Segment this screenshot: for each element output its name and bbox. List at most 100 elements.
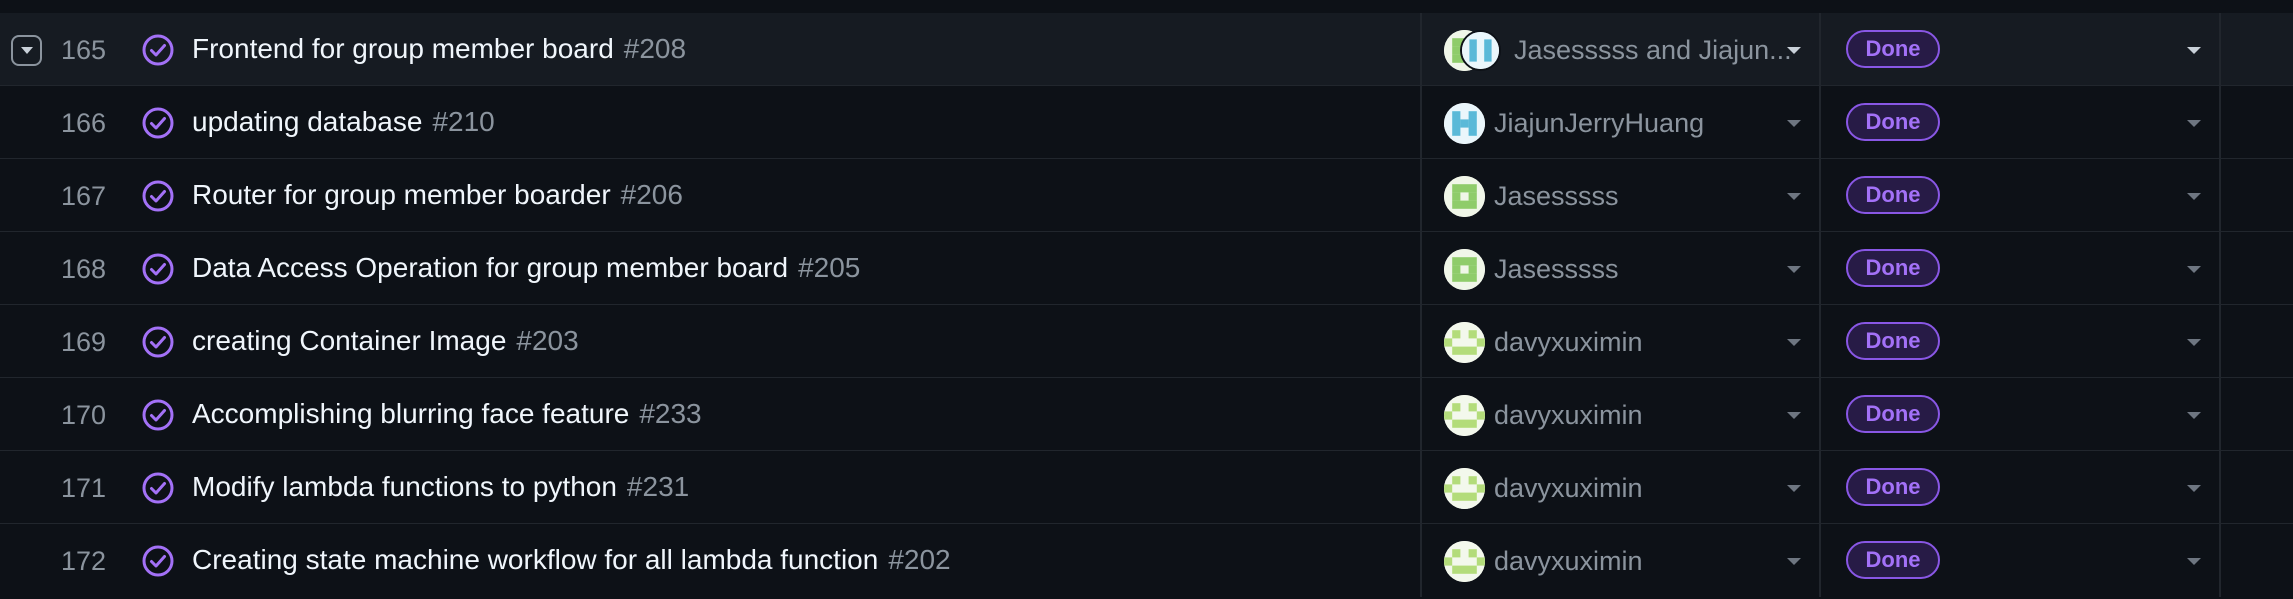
column-divider xyxy=(1819,159,1821,231)
row-number: 167 xyxy=(60,181,106,211)
chevron-down-icon[interactable] xyxy=(2187,266,2201,273)
status-badge[interactable]: Done xyxy=(1846,30,1940,68)
status-badge[interactable]: Done xyxy=(1846,176,1940,214)
column-divider xyxy=(1420,305,1422,377)
expand-toggle-icon[interactable] xyxy=(11,35,42,66)
status-badge[interactable]: Done xyxy=(1846,395,1940,433)
issue-number[interactable]: #203 xyxy=(516,325,578,356)
issue-title-link[interactable]: Accomplishing blurring face feature #233 xyxy=(192,398,702,430)
column-divider xyxy=(1819,378,1821,450)
status-badge[interactable]: Done xyxy=(1846,322,1940,360)
project-table: 165 Frontend for group member board #208 … xyxy=(0,0,2293,599)
chevron-down-icon[interactable] xyxy=(1787,266,1801,273)
table-row[interactable]: 170 Accomplishing blurring face feature #… xyxy=(0,378,2293,451)
avatar xyxy=(1444,395,1485,436)
table-top-edge xyxy=(0,0,2293,14)
chevron-down-icon[interactable] xyxy=(1787,193,1801,200)
issue-title-link[interactable]: Modify lambda functions to python #231 xyxy=(192,471,689,503)
column-divider xyxy=(2219,305,2221,377)
column-divider xyxy=(2219,378,2221,450)
column-divider xyxy=(2219,451,2221,523)
assignee-name: JiajunJerryHuang xyxy=(1494,108,1705,138)
avatar xyxy=(1444,468,1485,509)
table-row[interactable]: 168 Data Access Operation for group memb… xyxy=(0,232,2293,305)
issue-title[interactable]: Router for group member boarder xyxy=(192,179,611,210)
issue-title-link[interactable]: Creating state machine workflow for all … xyxy=(192,544,951,576)
issue-title-link[interactable]: creating Container Image #203 xyxy=(192,325,579,357)
issue-title[interactable]: Creating state machine workflow for all … xyxy=(192,544,878,575)
chevron-down-icon[interactable] xyxy=(2187,339,2201,346)
chevron-down-icon[interactable] xyxy=(2187,193,2201,200)
issue-number[interactable]: #231 xyxy=(627,471,689,502)
chevron-down-icon[interactable] xyxy=(2187,558,2201,565)
column-divider xyxy=(2219,86,2221,158)
issue-title-link[interactable]: Data Access Operation for group member b… xyxy=(192,252,860,284)
chevron-down-icon[interactable] xyxy=(2187,47,2201,54)
avatar xyxy=(1444,322,1485,363)
table-row[interactable]: 167 Router for group member boarder #206 … xyxy=(0,159,2293,232)
chevron-down-icon[interactable] xyxy=(1787,412,1801,419)
chevron-down-icon[interactable] xyxy=(1787,485,1801,492)
table-row[interactable]: 172 Creating state machine workflow for … xyxy=(0,524,2293,597)
issue-closed-icon xyxy=(142,180,174,212)
status-badge[interactable]: Done xyxy=(1846,468,1940,506)
avatar xyxy=(1444,541,1485,582)
column-divider xyxy=(2219,524,2221,597)
chevron-down-icon[interactable] xyxy=(2187,412,2201,419)
issue-number[interactable]: #210 xyxy=(432,106,494,137)
issue-closed-icon xyxy=(142,399,174,431)
issue-title-link[interactable]: updating database #210 xyxy=(192,106,495,138)
table-row[interactable]: 166 updating database #210 JiajunJerryHua… xyxy=(0,86,2293,159)
issue-title[interactable]: updating database xyxy=(192,106,422,137)
assignee-name: Jasesssss and Jiajun... xyxy=(1514,35,1792,65)
issue-number[interactable]: #202 xyxy=(888,544,950,575)
avatar xyxy=(1460,30,1501,71)
issue-number[interactable]: #205 xyxy=(798,252,860,283)
chevron-down-icon[interactable] xyxy=(1787,120,1801,127)
assignee-name: davyxuximin xyxy=(1494,473,1643,503)
column-divider xyxy=(1420,13,1422,85)
row-number: 169 xyxy=(60,327,106,357)
column-divider xyxy=(1819,451,1821,523)
chevron-down-icon[interactable] xyxy=(1787,558,1801,565)
issue-title[interactable]: Accomplishing blurring face feature xyxy=(192,398,629,429)
avatar xyxy=(1444,249,1485,290)
row-number: 170 xyxy=(60,400,106,430)
column-divider xyxy=(2219,159,2221,231)
issue-closed-icon xyxy=(142,326,174,358)
issue-closed-icon xyxy=(142,107,174,139)
table-row[interactable]: 171 Modify lambda functions to python #23… xyxy=(0,451,2293,524)
row-number: 165 xyxy=(60,35,106,65)
column-divider xyxy=(1420,451,1422,523)
avatar xyxy=(1444,176,1485,217)
issue-closed-icon xyxy=(142,545,174,577)
issue-title-link[interactable]: Router for group member boarder #206 xyxy=(192,179,683,211)
status-badge[interactable]: Done xyxy=(1846,103,1940,141)
column-divider xyxy=(1420,378,1422,450)
issue-number[interactable]: #233 xyxy=(639,398,701,429)
issue-title[interactable]: Data Access Operation for group member b… xyxy=(192,252,788,283)
issue-closed-icon xyxy=(142,253,174,285)
issue-title[interactable]: creating Container Image xyxy=(192,325,506,356)
status-badge[interactable]: Done xyxy=(1846,249,1940,287)
issue-number[interactable]: #206 xyxy=(621,179,683,210)
issue-closed-icon xyxy=(142,34,174,66)
chevron-down-icon[interactable] xyxy=(2187,120,2201,127)
chevron-down-icon[interactable] xyxy=(2187,485,2201,492)
column-divider xyxy=(1819,13,1821,85)
issue-number[interactable]: #208 xyxy=(624,33,686,64)
row-number: 172 xyxy=(60,546,106,576)
issue-title-link[interactable]: Frontend for group member board #208 xyxy=(192,33,686,65)
avatar xyxy=(1444,103,1485,144)
table-row[interactable]: 169 creating Container Image #203 davyxux… xyxy=(0,305,2293,378)
issue-title[interactable]: Frontend for group member board xyxy=(192,33,614,64)
issue-title[interactable]: Modify lambda functions to python xyxy=(192,471,617,502)
assignee-name: davyxuximin xyxy=(1494,327,1643,357)
table-row[interactable]: 165 Frontend for group member board #208 … xyxy=(0,13,2293,86)
column-divider xyxy=(1819,524,1821,597)
column-divider xyxy=(1819,305,1821,377)
status-badge[interactable]: Done xyxy=(1846,541,1940,579)
chevron-down-icon[interactable] xyxy=(1787,339,1801,346)
chevron-down-icon[interactable] xyxy=(1787,47,1801,54)
assignee-name: Jasesssss xyxy=(1494,254,1619,284)
